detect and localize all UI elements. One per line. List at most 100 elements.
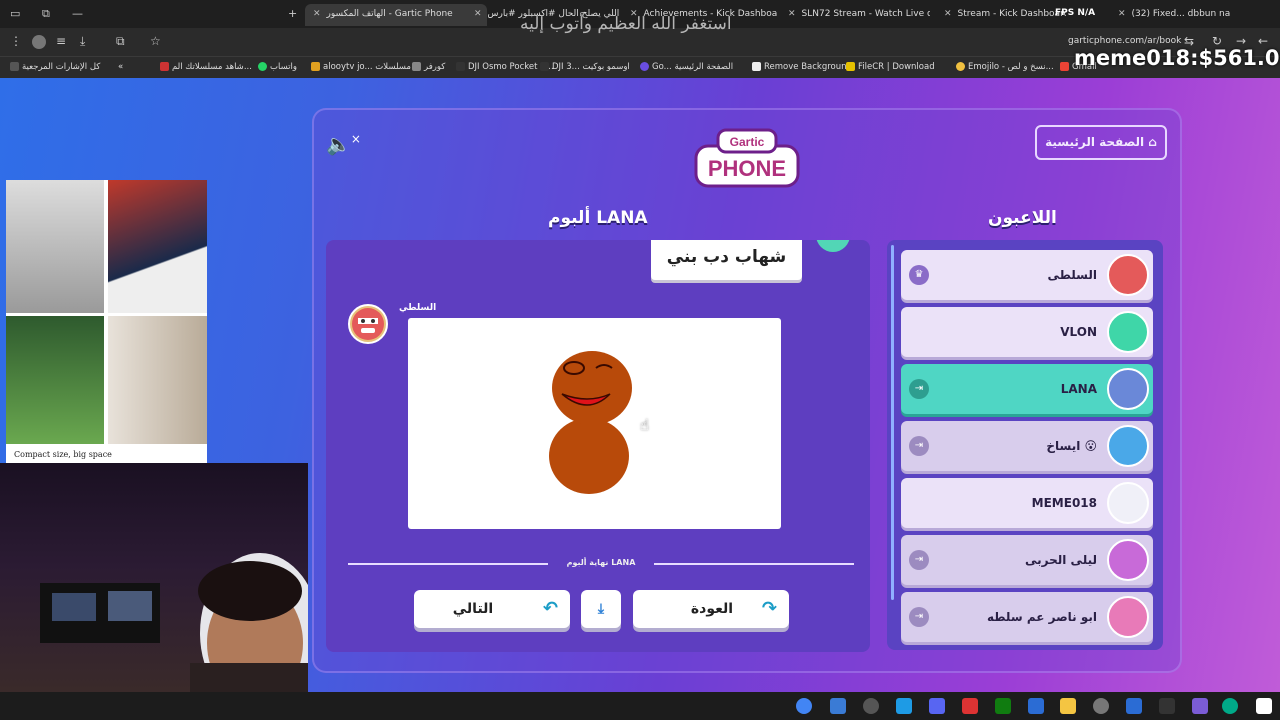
- close-tab-icon[interactable]: ✕: [944, 9, 952, 19]
- player-name: VLON: [1060, 325, 1097, 339]
- all-bookmarks-link[interactable]: كل الإشارات المرجعية: [10, 62, 100, 72]
- close-tab-icon[interactable]: ✕: [1118, 9, 1126, 19]
- player-row[interactable]: ⇥ ليلى الحربى: [901, 535, 1153, 585]
- bookmark-label: كل الإشارات المرجعية: [22, 62, 101, 72]
- app-icon[interactable]: [896, 698, 912, 714]
- drawing-author-name: السلطي: [399, 303, 437, 313]
- player-avatar: [1107, 311, 1149, 353]
- download-button[interactable]: ⤓: [581, 590, 621, 628]
- restore-icon[interactable]: ⧉: [42, 7, 50, 21]
- bookmark-item[interactable]: Go... الصفحة الرئيسية: [640, 62, 733, 72]
- close-tab-icon[interactable]: ✕: [474, 9, 482, 19]
- kick-player-icon[interactable]: ⇥: [909, 379, 929, 399]
- bookmark-label: Remove Backgroun...: [764, 62, 855, 72]
- player-row[interactable]: ⇥ ايساخ 😮: [901, 421, 1153, 471]
- window-menu-icon[interactable]: ▭: [10, 7, 20, 20]
- app-icon[interactable]: [1028, 698, 1044, 714]
- player-avatar: [1107, 482, 1149, 524]
- minimize-icon[interactable]: —: [72, 7, 83, 20]
- next-button[interactable]: التالي ↶: [414, 590, 570, 628]
- download-icon: ⤓: [597, 601, 605, 617]
- back-button[interactable]: العودة ↷: [633, 590, 789, 628]
- app-icon[interactable]: [962, 698, 978, 714]
- site-icon: [846, 62, 855, 71]
- product-ad[interactable]: Compact size, big space: [6, 180, 207, 463]
- drawing-author-avatar: [348, 304, 388, 344]
- outdoor-image: [6, 316, 104, 444]
- drawing-bear: [549, 351, 632, 494]
- app-icon[interactable]: [1192, 698, 1208, 714]
- bookmark-item[interactable]: واتساب: [258, 62, 297, 72]
- player-row[interactable]: VLON: [901, 307, 1153, 357]
- crown-icon: ♛: [909, 265, 929, 285]
- site-icon: [540, 62, 549, 71]
- bookmark-star-icon[interactable]: ☆: [150, 34, 161, 48]
- file-explorer-icon[interactable]: [1060, 698, 1076, 714]
- tab-search-icon[interactable]: ≡: [56, 34, 66, 48]
- home-button-label: الصفحة الرئيسية: [1045, 135, 1145, 149]
- bookmark-label: كورفر: [424, 62, 446, 72]
- bookmark-item[interactable]: Remove Backgroun...: [752, 62, 855, 72]
- player-row[interactable]: ⇥ ابو ناصر عم سلطه: [901, 592, 1153, 642]
- site-icon: [752, 62, 761, 71]
- discord-icon[interactable]: [929, 698, 945, 714]
- bookmark-item[interactable]: DJI Osmo Pocket 3...: [456, 62, 554, 72]
- tab-title: (32) Fixed... dbbun nasheed: [1131, 9, 1230, 19]
- profile-avatar[interactable]: [32, 35, 46, 49]
- bookmark-label: واتساب: [270, 62, 298, 72]
- app-icon[interactable]: [1126, 698, 1142, 714]
- album-title: ألبوم LANA: [548, 208, 648, 228]
- player-name: ابو ناصر عم سلطه: [986, 610, 1097, 624]
- folder-icon: [10, 62, 19, 71]
- bookmark-item[interactable]: Emojilo - نسخ و لص...: [956, 62, 1054, 72]
- tab-gartic-phone[interactable]: ✕ الهاتف المكسور - Gartic Phone: [305, 4, 487, 26]
- chrome-icon[interactable]: [796, 698, 812, 714]
- settings-icon[interactable]: [1093, 698, 1109, 714]
- player-name: LANA: [1060, 382, 1097, 396]
- album-end-divider: نهاية ألبوم LANA: [348, 558, 854, 570]
- tab-kick-dashboard[interactable]: ✕ Stream - Kick Dashboard: [936, 4, 1066, 26]
- download-icon[interactable]: ⤓: [80, 34, 85, 49]
- site-icon: [456, 62, 465, 71]
- kick-player-icon[interactable]: ⇥: [909, 550, 929, 570]
- windows-start-icon[interactable]: [1256, 698, 1272, 714]
- tab-sln72-stream[interactable]: ✕ SLN72 Stream - Watch Live on: [780, 4, 930, 26]
- home-button[interactable]: الصفحة الرئيسية ⌂: [1035, 125, 1167, 160]
- extensions-icon[interactable]: ⧉: [116, 34, 125, 49]
- fps-readout: FPS N/A: [1055, 8, 1096, 18]
- close-tab-icon[interactable]: ✕: [313, 9, 321, 19]
- mute-sound-icon[interactable]: 🔈×: [326, 132, 361, 156]
- kick-player-icon[interactable]: ⇥: [909, 607, 929, 627]
- store-icon[interactable]: [830, 698, 846, 714]
- menu-dots-icon[interactable]: ⋮: [10, 34, 22, 48]
- bookmark-label: alooytv jo... مسلسلات: [323, 62, 411, 72]
- tab-title: Stream - Kick Dashboard: [957, 9, 1066, 19]
- bookmark-item[interactable]: شاهد مسلسلاتك الم...: [160, 62, 252, 72]
- bookmark-item[interactable]: FileCR | Download: [846, 62, 935, 72]
- stream-overlay-text: استغفر الله العظيم وأتوب إليه: [520, 14, 732, 34]
- site-icon: [412, 62, 421, 71]
- player-row[interactable]: ♛ السلطى: [901, 250, 1153, 300]
- players-scrollbar[interactable]: [891, 245, 894, 600]
- close-tab-icon[interactable]: ✕: [788, 9, 796, 19]
- player-avatar: [1107, 254, 1149, 296]
- kick-player-icon[interactable]: ⇥: [909, 436, 929, 456]
- clock-icon[interactable]: [863, 698, 879, 714]
- logo-bottom-text: PHONE: [708, 156, 786, 181]
- edge-icon[interactable]: [1222, 698, 1238, 714]
- bookmark-item[interactable]: DJI 3... اوسمو بوكيت: [540, 62, 630, 72]
- xbox-icon[interactable]: [995, 698, 1011, 714]
- tab-youtube[interactable]: ✕ (32) Fixed... dbbun nasheed: [1110, 4, 1230, 26]
- app-icon[interactable]: [1159, 698, 1175, 714]
- bookmark-item[interactable]: كورفر: [412, 62, 445, 72]
- new-tab-icon[interactable]: +: [288, 7, 297, 20]
- bookmark-item[interactable]: alooytv jo... مسلسلات: [311, 62, 411, 72]
- player-avatar: [1107, 368, 1149, 410]
- player-row[interactable]: MEME018: [901, 478, 1153, 528]
- projector-image: [108, 180, 207, 313]
- curtain-image: [108, 316, 207, 444]
- player-row[interactable]: ⇥ LANA: [901, 364, 1153, 414]
- chevron-icon[interactable]: «: [118, 62, 123, 72]
- bookmark-label: Go... الصفحة الرئيسية: [652, 62, 734, 72]
- url-field[interactable]: garticphone.com/ar/book: [1068, 36, 1181, 46]
